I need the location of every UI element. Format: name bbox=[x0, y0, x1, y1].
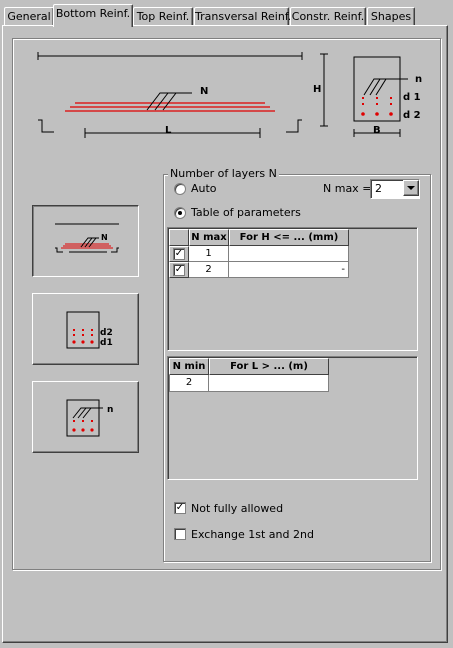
auto-radio[interactable] bbox=[174, 183, 186, 195]
not-fully-allowed-label: Not fully allowed bbox=[191, 502, 284, 515]
row2-checkbox[interactable]: ✓ bbox=[173, 264, 185, 276]
beam-label-l: L bbox=[165, 125, 172, 136]
table-h-grid[interactable]: N max For H <= ... (mm) ✓ 1 ✓ 2 - bbox=[167, 227, 418, 351]
section-label-d2: d 2 bbox=[403, 110, 421, 121]
table-h-row1-nmax[interactable]: 1 bbox=[189, 246, 229, 262]
section-button-n: n bbox=[107, 405, 113, 415]
table-radio[interactable] bbox=[174, 207, 186, 219]
nmax-dropdown-button[interactable] bbox=[403, 180, 419, 196]
tab-constr-reinf[interactable]: Constr. Reinf. bbox=[290, 7, 366, 26]
section-label-n: n bbox=[415, 74, 422, 85]
table-h-corner bbox=[169, 229, 189, 246]
beam-layers-button[interactable]: N bbox=[32, 205, 139, 277]
beam-label-n: N bbox=[200, 86, 208, 97]
nmax-label: N max = bbox=[323, 182, 372, 195]
tab-label: General bbox=[7, 10, 51, 23]
tab-label: Bottom Reinf. bbox=[55, 7, 131, 20]
table-h-row2-check[interactable]: ✓ bbox=[169, 262, 189, 278]
table-h-row1-h[interactable] bbox=[229, 246, 349, 262]
table-l-grid[interactable]: N min For L > ... (m) 2 bbox=[167, 356, 418, 480]
section-button-d1: d1 bbox=[100, 338, 113, 348]
not-fully-allowed-checkbox[interactable]: ✓ bbox=[174, 502, 186, 514]
table-l-row1-l[interactable] bbox=[209, 375, 329, 392]
table-h-row2-h[interactable]: - bbox=[229, 262, 349, 278]
beam-button-n: N bbox=[101, 233, 108, 242]
auto-label: Auto bbox=[191, 182, 217, 195]
tab-transversal-reinf[interactable]: Transversal Reinf. bbox=[194, 7, 292, 26]
tab-label: Shapes bbox=[370, 10, 412, 23]
layers-group-title: Number of layers N bbox=[168, 167, 279, 180]
tab-general[interactable]: General bbox=[4, 7, 54, 26]
tab-top-reinf[interactable]: Top Reinf. bbox=[133, 7, 193, 26]
tab-label: Top Reinf. bbox=[136, 10, 190, 23]
table-h-row1-check[interactable]: ✓ bbox=[169, 246, 189, 262]
section-label-d1: d 1 bbox=[403, 92, 421, 103]
section-diagram: n d 1 d 2 B bbox=[353, 56, 422, 137]
beam-diagram: N L bbox=[37, 52, 303, 138]
table-l-col-l: For L > ... (m) bbox=[209, 358, 329, 375]
section-button-d2: d2 bbox=[100, 328, 113, 338]
beam-layers-icon: N bbox=[55, 223, 119, 253]
exchange-label: Exchange 1st and 2nd bbox=[191, 528, 314, 541]
tab-label: Transversal Reinf. bbox=[195, 10, 292, 23]
section-layers-d-button[interactable]: d2 d1 bbox=[32, 293, 139, 365]
nmax-value: 2 bbox=[375, 182, 382, 195]
table-h-col-nmax: N max bbox=[189, 229, 229, 246]
section-d-icon: d2 d1 bbox=[66, 311, 113, 349]
radio-selected-dot bbox=[178, 211, 182, 215]
exchange-checkbox[interactable] bbox=[174, 528, 186, 540]
height-dimension: H bbox=[313, 53, 328, 127]
table-h-row2-nmax[interactable]: 2 bbox=[189, 262, 229, 278]
chevron-down-icon bbox=[407, 186, 415, 190]
tab-label: Constr. Reinf. bbox=[291, 10, 365, 23]
tab-shapes[interactable]: Shapes bbox=[367, 7, 415, 26]
section-n-icon: n bbox=[66, 399, 113, 437]
row1-checkbox[interactable]: ✓ bbox=[173, 248, 185, 260]
section-layers-n-button[interactable]: n bbox=[32, 381, 139, 453]
beam-label-h: H bbox=[313, 84, 321, 95]
table-label: Table of parameters bbox=[191, 206, 301, 219]
table-h-col-h: For H <= ... (mm) bbox=[229, 229, 349, 246]
nmax-select[interactable]: 2 bbox=[370, 179, 420, 199]
section-label-b: B bbox=[373, 125, 381, 136]
table-l-row1-nmin[interactable]: 2 bbox=[169, 375, 209, 392]
table-l-col-nmin: N min bbox=[169, 358, 209, 375]
tab-bottom-reinf[interactable]: Bottom Reinf. bbox=[53, 4, 133, 27]
